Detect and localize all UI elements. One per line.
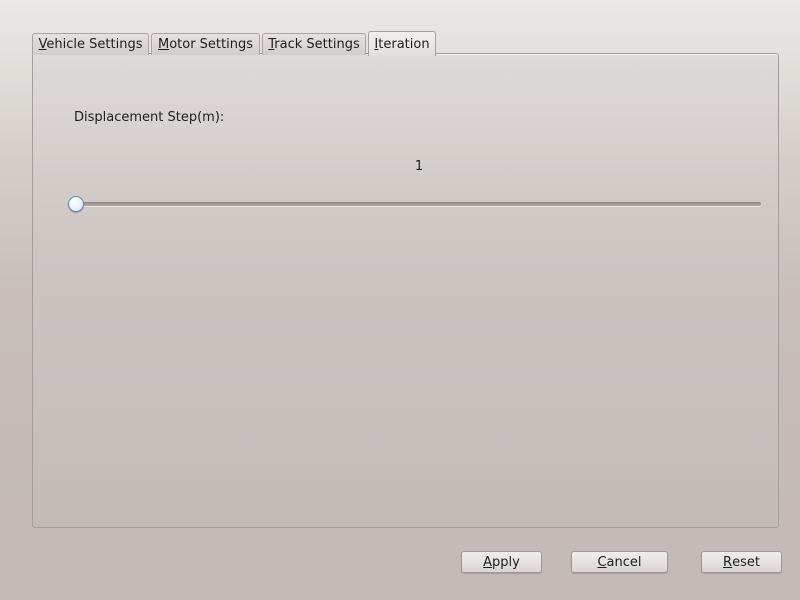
displacement-step-label: Displacement Step(m): <box>74 110 225 125</box>
tab-vehicle-settings[interactable]: Vehicle Settings <box>32 33 149 55</box>
apply-button[interactable]: Apply <box>461 551 542 573</box>
reset-button[interactable]: Reset <box>701 551 782 573</box>
slider-value: 1 <box>414 159 424 174</box>
tab-label: Iteration <box>374 36 430 52</box>
slider-groove[interactable] <box>76 202 761 206</box>
tab-label: Vehicle Settings <box>38 37 143 52</box>
tab-track-settings[interactable]: Track Settings <box>262 33 366 55</box>
cancel-button[interactable]: Cancel <box>571 551 668 573</box>
tab-bar: Vehicle Settings Motor Settings Track Se… <box>32 31 438 56</box>
slider-handle[interactable] <box>68 196 84 212</box>
tab-label: Track Settings <box>268 37 360 52</box>
displacement-step-slider[interactable] <box>68 194 761 216</box>
tab-label: Motor Settings <box>157 37 254 52</box>
iteration-panel: Displacement Step(m): 1 <box>32 53 779 528</box>
tab-motor-settings[interactable]: Motor Settings <box>151 33 260 55</box>
tab-iteration[interactable]: Iteration <box>368 31 436 56</box>
